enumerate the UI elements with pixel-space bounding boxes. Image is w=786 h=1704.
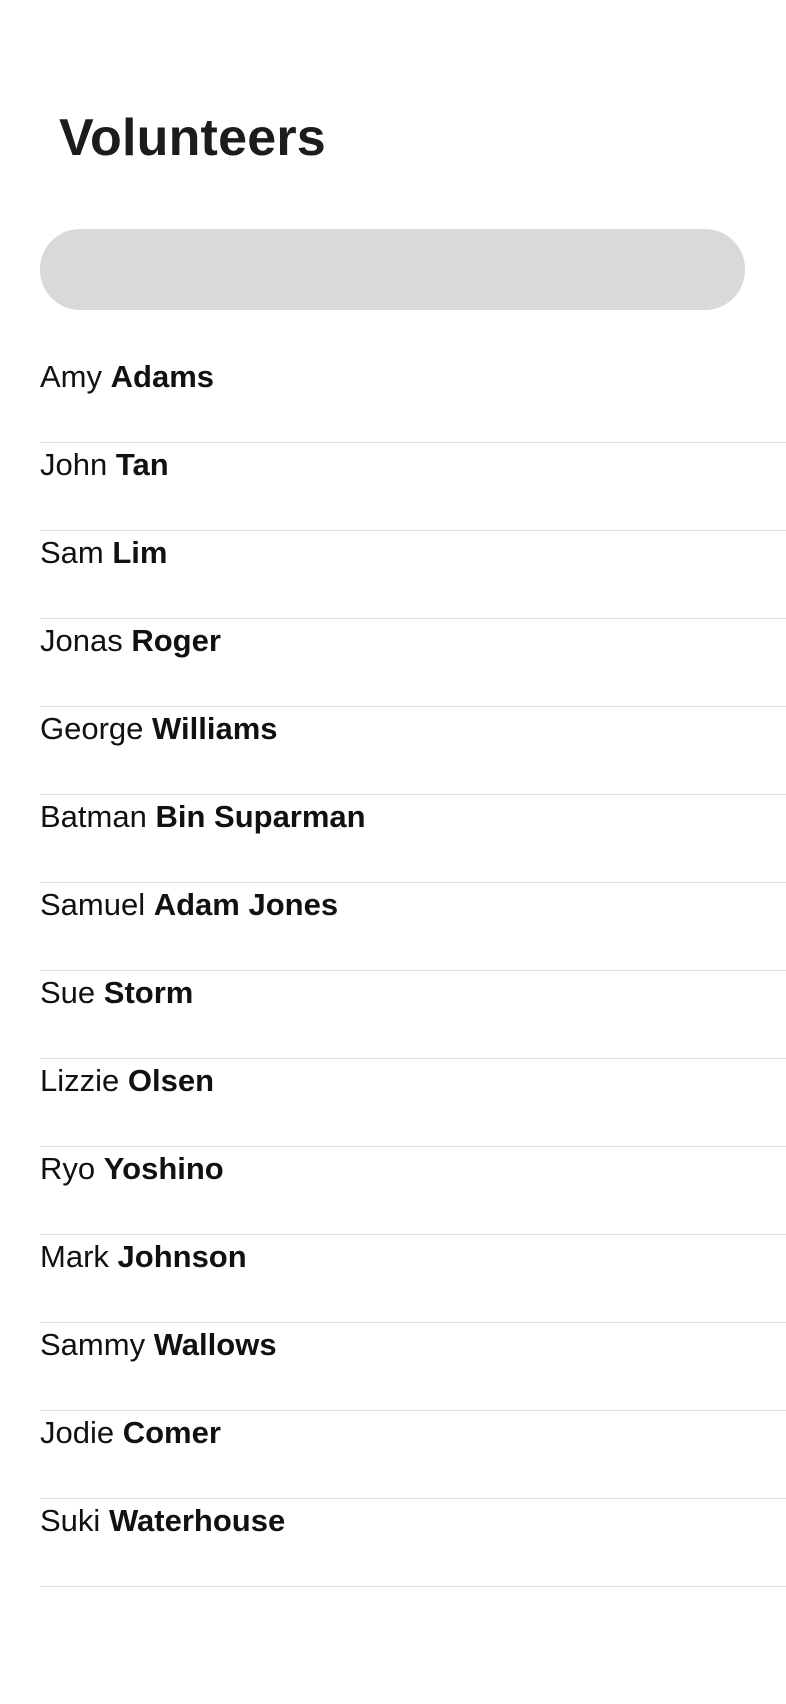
last-name: Roger xyxy=(131,622,221,658)
volunteer-name: Suki Waterhouse xyxy=(40,1501,285,1541)
volunteer-name: Jonas Roger xyxy=(40,621,221,661)
first-name: George xyxy=(40,710,144,746)
volunteer-name: Sammy Wallows xyxy=(40,1325,277,1365)
list-item[interactable]: Batman Bin Suparman xyxy=(40,795,786,883)
volunteer-name: Jodie Comer xyxy=(40,1413,221,1453)
first-name: Sam xyxy=(40,534,104,570)
first-name: Sammy xyxy=(40,1326,146,1362)
volunteer-name: Amy Adams xyxy=(40,357,214,397)
volunteer-name: Batman Bin Suparman xyxy=(40,797,366,837)
volunteer-name: John Tan xyxy=(40,445,169,485)
last-name: Johnson xyxy=(117,1238,247,1274)
list-item[interactable]: George Williams xyxy=(40,707,786,795)
list-item[interactable]: John Tan xyxy=(40,443,786,531)
last-name: Bin Suparman xyxy=(155,798,366,834)
last-name: Yoshino xyxy=(103,1150,224,1186)
volunteers-screen: Volunteers Amy Adams John Tan Sam Lim Jo… xyxy=(0,0,786,1704)
first-name: Ryo xyxy=(40,1150,96,1186)
list-item[interactable]: Samuel Adam Jones xyxy=(40,883,786,971)
first-name: Mark xyxy=(40,1238,109,1274)
list-item[interactable]: Ryo Yoshino xyxy=(40,1147,786,1235)
list-item[interactable]: Lizzie Olsen xyxy=(40,1059,786,1147)
first-name: Sue xyxy=(40,974,96,1010)
volunteer-name: Ryo Yoshino xyxy=(40,1149,224,1189)
volunteer-name: Mark Johnson xyxy=(40,1237,247,1277)
last-name: Adams xyxy=(110,358,214,394)
first-name: Batman xyxy=(40,798,147,834)
volunteer-name: George Williams xyxy=(40,709,278,749)
first-name: Jodie xyxy=(40,1414,115,1450)
first-name: Samuel xyxy=(40,886,146,922)
first-name: John xyxy=(40,446,108,482)
first-name: Suki xyxy=(40,1502,101,1538)
last-name: Tan xyxy=(115,446,169,482)
last-name: Storm xyxy=(103,974,194,1010)
last-name: Waterhouse xyxy=(108,1502,286,1538)
list-item[interactable]: Jonas Roger xyxy=(40,619,786,707)
list-item[interactable]: Sam Lim xyxy=(40,531,786,619)
last-name: Lim xyxy=(112,534,168,570)
first-name: Amy xyxy=(40,358,102,394)
search-input[interactable] xyxy=(40,229,745,310)
volunteer-list: Amy Adams John Tan Sam Lim Jonas Roger G xyxy=(40,355,786,1587)
last-name: Williams xyxy=(152,710,278,746)
list-item[interactable]: Jodie Comer xyxy=(40,1411,786,1499)
last-name: Comer xyxy=(122,1414,221,1450)
last-name: Wallows xyxy=(153,1326,277,1362)
list-item[interactable]: Sue Storm xyxy=(40,971,786,1059)
volunteer-name: Samuel Adam Jones xyxy=(40,885,338,925)
volunteer-name: Sue Storm xyxy=(40,973,193,1013)
list-item[interactable]: Suki Waterhouse xyxy=(40,1499,786,1587)
list-item[interactable]: Sammy Wallows xyxy=(40,1323,786,1411)
list-item[interactable]: Amy Adams xyxy=(40,355,786,443)
volunteer-name: Lizzie Olsen xyxy=(40,1061,214,1101)
volunteer-name: Sam Lim xyxy=(40,533,168,573)
list-item[interactable]: Mark Johnson xyxy=(40,1235,786,1323)
first-name: Jonas xyxy=(40,622,123,658)
last-name: Adam Jones xyxy=(153,886,339,922)
first-name: Lizzie xyxy=(40,1062,120,1098)
page-title: Volunteers xyxy=(59,109,326,167)
last-name: Olsen xyxy=(127,1062,215,1098)
